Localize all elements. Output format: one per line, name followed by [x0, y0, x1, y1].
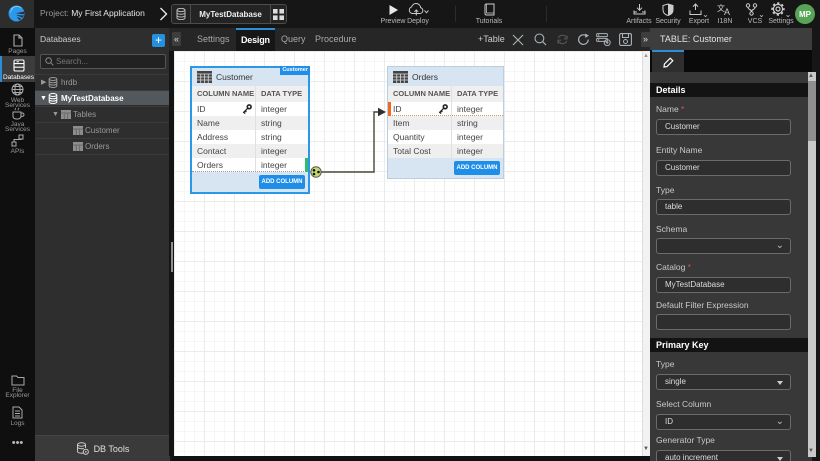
svg-text:A: A — [724, 7, 730, 16]
